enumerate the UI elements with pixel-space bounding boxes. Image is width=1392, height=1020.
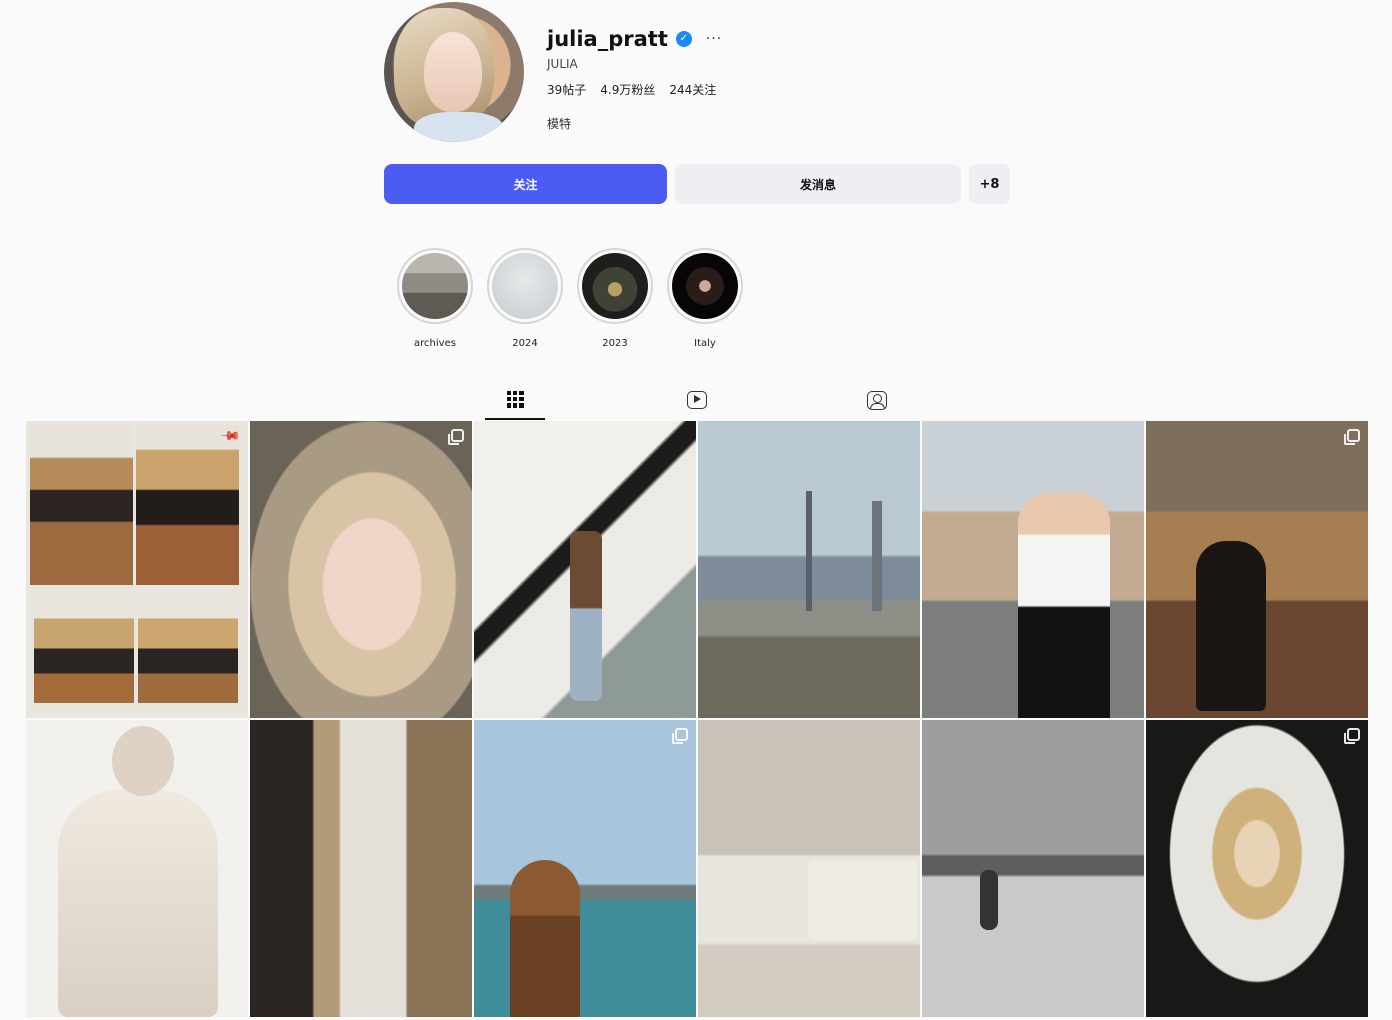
following-count[interactable]: 244关注 [669, 81, 716, 98]
highlight-label: archives [414, 338, 456, 349]
highlight-cover [582, 253, 648, 319]
post-tile[interactable] [922, 421, 1144, 718]
message-button[interactable]: 发消息 [675, 164, 961, 204]
followers-count[interactable]: 4.9万粉丝 [600, 81, 655, 98]
more-options-icon[interactable]: ··· [706, 31, 722, 47]
carousel-icon [1344, 728, 1360, 744]
profile-tabs [0, 380, 1392, 420]
verified-icon: ✓ [675, 31, 692, 47]
highlight-archives[interactable]: archives [397, 248, 473, 349]
follow-button[interactable]: 关注 [384, 164, 667, 204]
post-tile[interactable] [1146, 421, 1368, 718]
highlight-label: 2023 [602, 338, 628, 349]
profile-stats: 39帖子 4.9万粉丝 244关注 [547, 81, 722, 98]
tab-posts[interactable] [485, 380, 545, 420]
profile-info: julia_pratt ✓ ··· JULIA 39帖子 4.9万粉丝 244关… [547, 24, 722, 132]
carousel-icon [448, 429, 464, 445]
post-tile[interactable]: 📌 [26, 421, 248, 718]
username-row: julia_pratt ✓ ··· [547, 24, 722, 54]
post-tile[interactable] [698, 720, 920, 1017]
highlight-ring [487, 248, 563, 324]
highlight-ring [397, 248, 473, 324]
post-tile[interactable] [698, 421, 920, 718]
suggested-users-button[interactable]: +8 [969, 164, 1010, 204]
carousel-icon [1344, 429, 1360, 445]
grid-icon [506, 390, 524, 408]
tab-reels[interactable] [667, 380, 727, 420]
posts-grid: 📌 [26, 421, 1368, 1017]
post-tile[interactable] [250, 720, 472, 1017]
profile-bio: 模特 [547, 117, 572, 131]
carousel-icon [672, 728, 688, 744]
highlight-ring [577, 248, 653, 324]
post-tile[interactable] [26, 720, 248, 1017]
highlight-cover [672, 253, 738, 319]
post-tile[interactable] [474, 421, 696, 718]
avatar-shirt [414, 112, 504, 142]
highlight-label: Italy [694, 338, 716, 349]
post-tile[interactable] [1146, 720, 1368, 1017]
post-tile[interactable] [474, 720, 696, 1017]
full-name: JULIA [547, 57, 578, 71]
tab-tagged[interactable] [847, 380, 907, 420]
post-tile[interactable] [922, 720, 1144, 1017]
highlight-label: 2024 [512, 338, 538, 349]
tagged-icon [867, 390, 887, 410]
post-tile[interactable] [250, 421, 472, 718]
avatar-face [424, 32, 482, 112]
profile-avatar[interactable] [384, 2, 524, 142]
reels-icon [687, 391, 707, 409]
username: julia_pratt [547, 27, 668, 51]
highlight-ring [667, 248, 743, 324]
highlight-italy[interactable]: Italy [667, 248, 743, 349]
story-highlights: archives 2024 2023 Italy [397, 248, 743, 349]
highlight-cover [492, 253, 558, 319]
highlight-2024[interactable]: 2024 [487, 248, 563, 349]
highlight-cover [402, 253, 468, 319]
posts-count: 39帖子 [547, 83, 587, 97]
highlight-2023[interactable]: 2023 [577, 248, 653, 349]
